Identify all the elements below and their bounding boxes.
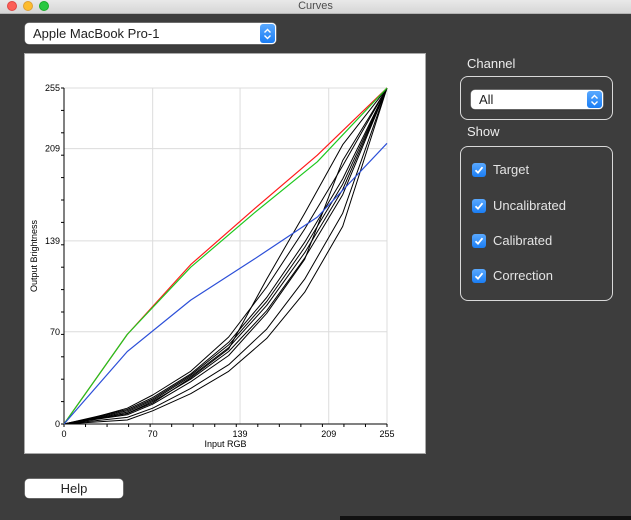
checkbox-label: Uncalibrated: [493, 198, 566, 213]
y-tick-label: 139: [45, 236, 60, 246]
y-tick-label: 70: [50, 327, 60, 337]
x-tick-label: 139: [233, 429, 248, 439]
window-title: Curves: [298, 0, 333, 12]
x-axis-label: Input RGB: [204, 439, 246, 449]
y-axis-label: Output Brightness: [29, 219, 39, 292]
display-select[interactable]: Apple MacBook Pro-1: [25, 23, 276, 44]
checkbox-label: Target: [493, 162, 530, 177]
channel-label: Channel: [467, 56, 516, 71]
show-label: Show: [467, 124, 500, 139]
checkbox-label: Correction: [493, 268, 553, 283]
x-tick-label: 70: [148, 429, 158, 439]
background-strip: [340, 516, 631, 520]
title-bar: Curves: [0, 0, 631, 14]
checkmark-icon[interactable]: [472, 269, 486, 283]
x-tick-label: 209: [321, 429, 336, 439]
checkmark-icon[interactable]: [472, 163, 486, 177]
y-tick-label: 0: [55, 419, 60, 429]
channel-select-value: All: [479, 92, 494, 107]
checkmark-icon[interactable]: [472, 234, 486, 248]
channel-select[interactable]: All: [471, 90, 603, 109]
curve-series-line: [63, 87, 388, 425]
x-tick-label: 0: [61, 429, 66, 439]
up-down-arrows-icon: [587, 91, 602, 108]
curves-graph-panel: 0 70 139 209 255 0 70 139 209 255 Input RGB Output …: [24, 53, 426, 454]
display-select-value: Apple MacBook Pro-1: [33, 26, 160, 41]
y-tick-label: 209: [45, 144, 60, 154]
checkbox-label: Calibrated: [493, 233, 553, 248]
curves-chart: 0 70 139 209 255 0 70 139 209 255 Input RGB Output …: [29, 83, 395, 449]
y-tick-label: 255: [45, 83, 60, 93]
up-down-arrows-icon: [260, 24, 275, 43]
x-tick-label: 255: [379, 429, 394, 439]
help-button[interactable]: Help: [25, 479, 123, 498]
checkmark-icon[interactable]: [472, 199, 486, 213]
